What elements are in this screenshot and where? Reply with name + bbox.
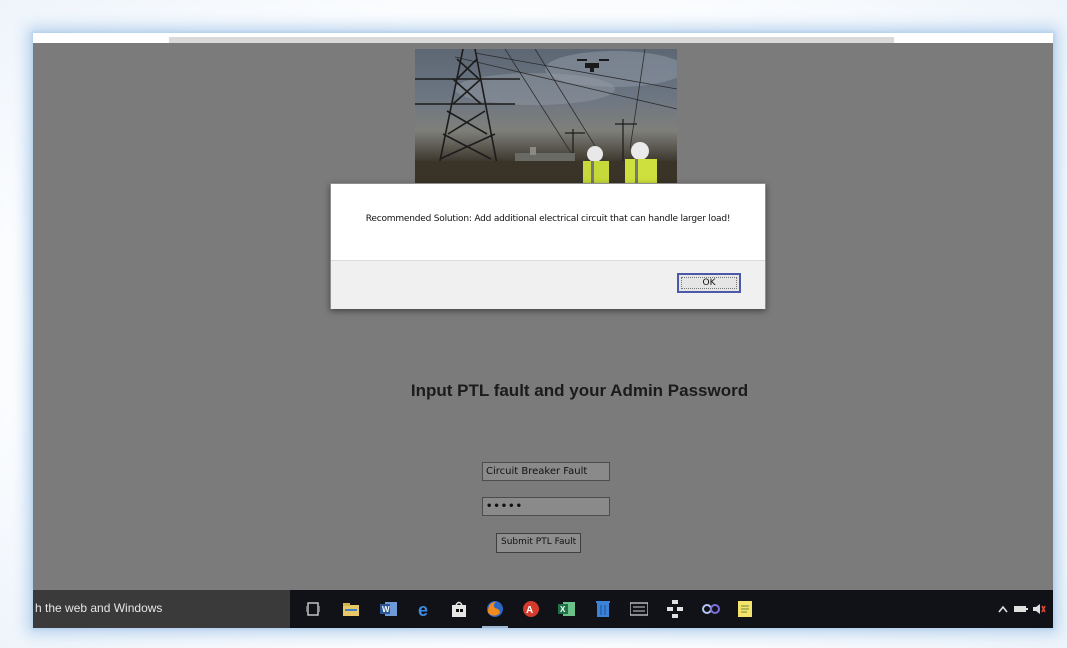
task-view-icon[interactable] xyxy=(303,599,323,619)
chevron-up-icon[interactable] xyxy=(993,599,1013,619)
excel-icon[interactable]: X xyxy=(557,599,577,619)
alert-dialog: Recommended Solution: Add additional ele… xyxy=(330,183,766,309)
alert-footer: OK xyxy=(331,260,765,309)
acrobat-icon[interactable]: A xyxy=(521,599,541,619)
top-strip-segment xyxy=(169,37,894,43)
page-heading: Input PTL fault and your Admin Password xyxy=(410,381,749,400)
recycle-icon[interactable] xyxy=(593,599,613,619)
search-placeholder: h the web and Windows xyxy=(35,601,163,615)
keyboard-icon[interactable] xyxy=(629,599,649,619)
svg-text:A: A xyxy=(526,605,533,616)
word-icon[interactable]: W xyxy=(379,599,399,619)
link-icon[interactable] xyxy=(701,599,721,619)
ok-button[interactable]: OK xyxy=(677,273,741,293)
file-explorer-icon[interactable] xyxy=(341,599,361,619)
alert-message: Recommended Solution: Add additional ele… xyxy=(365,214,731,224)
alert-body: Recommended Solution: Add additional ele… xyxy=(331,184,765,260)
power-line-illustration xyxy=(415,49,677,185)
firefox-active-indicator xyxy=(482,626,508,628)
fault-input[interactable]: Circuit Breaker Fault xyxy=(482,462,610,481)
volume-icon[interactable] xyxy=(1029,599,1049,619)
edge-icon[interactable]: e xyxy=(415,599,435,619)
hero-image xyxy=(415,49,677,185)
password-field[interactable]: ••••• xyxy=(482,497,610,516)
notepad-icon[interactable] xyxy=(735,599,755,619)
battery-icon[interactable] xyxy=(1011,599,1031,619)
firefox-icon[interactable] xyxy=(485,599,505,619)
svg-text:W: W xyxy=(382,605,390,614)
taskbar: h the web and Windows W e A X xyxy=(33,590,1053,628)
network-diagram-icon[interactable] xyxy=(665,599,685,619)
system-tray xyxy=(993,590,1053,628)
submit-fault-button[interactable]: Submit PTL Fault xyxy=(496,533,582,553)
taskbar-search-box[interactable]: h the web and Windows xyxy=(33,590,290,628)
screen: Input PTL fault and your Admin Password … xyxy=(33,33,1053,628)
svg-text:X: X xyxy=(560,605,566,614)
svg-text:e: e xyxy=(418,600,428,618)
store-icon[interactable] xyxy=(449,599,469,619)
browser-top-strip xyxy=(33,33,1053,43)
